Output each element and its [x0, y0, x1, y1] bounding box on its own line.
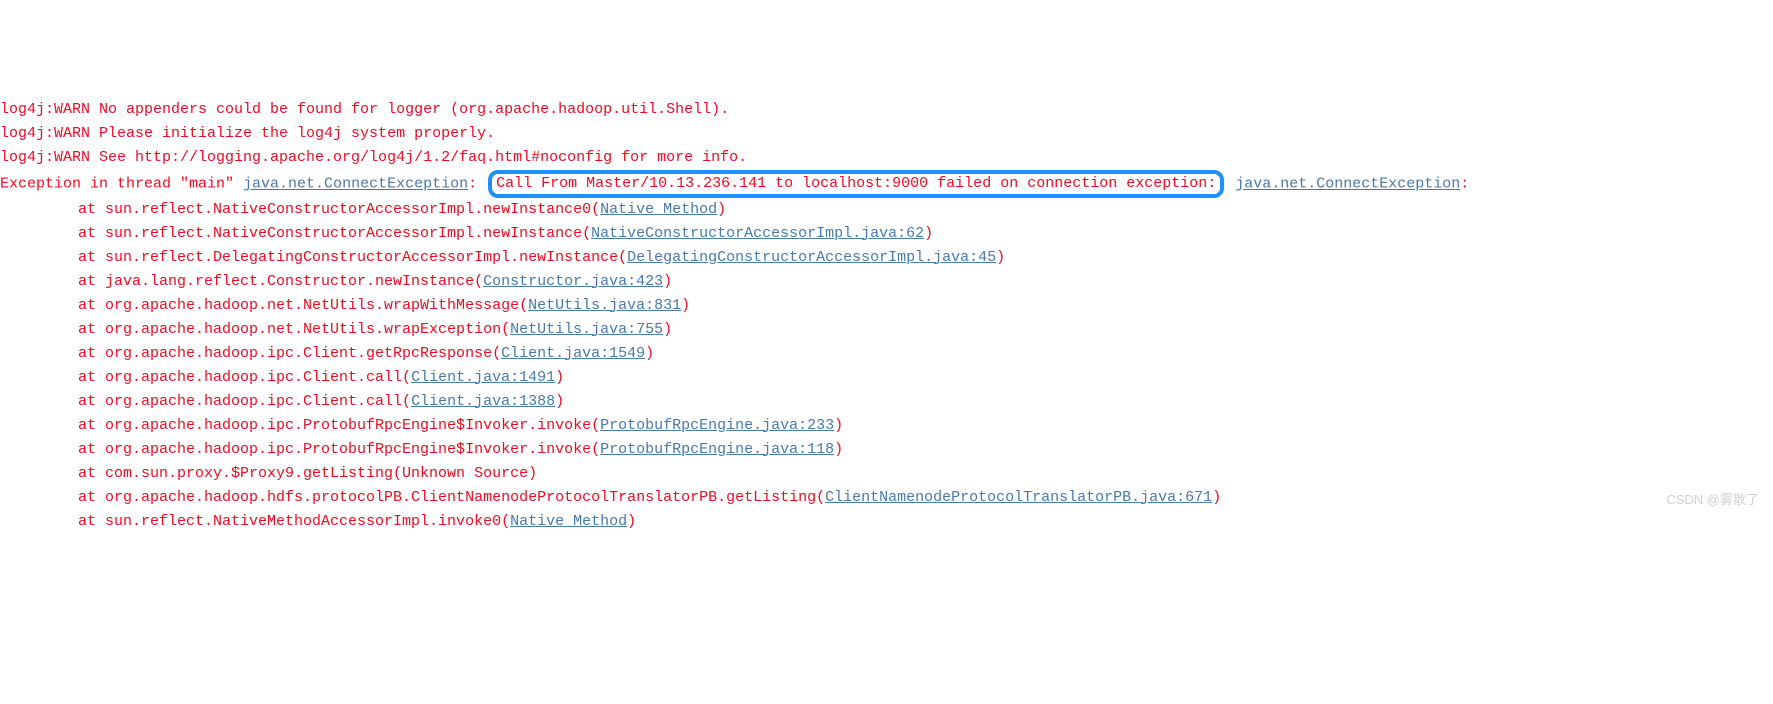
warn-text: log4j:WARN No appenders could be found f…	[0, 101, 729, 118]
exception-class-link[interactable]: java.net.ConnectException	[243, 176, 468, 193]
stack-at-text: at org.apache.hadoop.net.NetUtils.wrapEx…	[78, 321, 510, 338]
source-link[interactable]: NativeConstructorAccessorImpl.java:62	[591, 225, 924, 242]
stack-frame: at java.lang.reflect.Constructor.newInst…	[0, 270, 1773, 294]
stack-frame: at org.apache.hadoop.net.NetUtils.wrapEx…	[0, 318, 1773, 342]
stack-at-text: at sun.reflect.NativeConstructorAccessor…	[78, 225, 591, 242]
close-paren: )	[924, 225, 933, 242]
close-paren: )	[555, 369, 564, 386]
source-link[interactable]: NetUtils.java:755	[510, 321, 663, 338]
close-paren: )	[996, 249, 1005, 266]
stack-frame: at org.apache.hadoop.ipc.ProtobufRpcEngi…	[0, 414, 1773, 438]
colon: :	[468, 176, 486, 193]
source-link[interactable]: Client.java:1491	[411, 369, 555, 386]
close-paren: )	[834, 417, 843, 434]
stack-at-text: at org.apache.hadoop.ipc.ProtobufRpcEngi…	[78, 417, 600, 434]
source-link[interactable]: Native Method	[600, 201, 717, 218]
close-paren: )	[555, 393, 564, 410]
stack-frame: at org.apache.hadoop.ipc.ProtobufRpcEngi…	[0, 438, 1773, 462]
stack-at-text: at org.apache.hadoop.net.NetUtils.wrapWi…	[78, 297, 528, 314]
close-paren: )	[663, 321, 672, 338]
stack-at-text: at sun.reflect.NativeConstructorAccessor…	[78, 201, 600, 218]
colon: :	[1460, 176, 1469, 193]
stack-at-text: at sun.reflect.NativeMethodAccessorImpl.…	[78, 513, 510, 530]
highlighted-message: Call From Master/10.13.236.141 to localh…	[488, 170, 1224, 198]
close-paren: )	[717, 201, 726, 218]
source-link[interactable]: Native Method	[510, 513, 627, 530]
close-paren: )	[627, 513, 636, 530]
stack-at-text: at org.apache.hadoop.ipc.ProtobufRpcEngi…	[78, 441, 600, 458]
space	[1226, 176, 1235, 193]
source-link[interactable]: ProtobufRpcEngine.java:118	[600, 441, 834, 458]
log-output: log4j:WARN No appenders could be found f…	[0, 98, 1773, 534]
source-link[interactable]: ProtobufRpcEngine.java:233	[600, 417, 834, 434]
stack-at-text: at sun.reflect.DelegatingConstructorAcce…	[78, 249, 627, 266]
source-link[interactable]: NetUtils.java:831	[528, 297, 681, 314]
stack-frame: at org.apache.hadoop.ipc.Client.call(Cli…	[0, 366, 1773, 390]
stack-frame: at org.apache.hadoop.net.NetUtils.wrapWi…	[0, 294, 1773, 318]
close-paren: )	[645, 345, 654, 362]
close-paren: )	[834, 441, 843, 458]
stack-frame: at org.apache.hadoop.ipc.Client.getRpcRe…	[0, 342, 1773, 366]
stack-at-text: at org.apache.hadoop.ipc.Client.call(	[78, 369, 411, 386]
stack-frame: at sun.reflect.NativeMethodAccessorImpl.…	[0, 510, 1773, 534]
exception-prefix: Exception in thread "main"	[0, 176, 243, 193]
warn-text: log4j:WARN Please initialize the log4j s…	[0, 125, 495, 142]
stack-frame: at sun.reflect.DelegatingConstructorAcce…	[0, 246, 1773, 270]
stack-at-text: at com.sun.proxy.$Proxy9.getListing(Unkn…	[78, 465, 537, 482]
log-line-warn: log4j:WARN Please initialize the log4j s…	[0, 122, 1773, 146]
source-link[interactable]: DelegatingConstructorAccessorImpl.java:4…	[627, 249, 996, 266]
warn-text: log4j:WARN See http://logging.apache.org…	[0, 149, 747, 166]
close-paren: )	[1212, 489, 1221, 506]
stack-at-text: at org.apache.hadoop.ipc.Client.call(	[78, 393, 411, 410]
close-paren: )	[663, 273, 672, 290]
stack-frame: at org.apache.hadoop.ipc.Client.call(Cli…	[0, 390, 1773, 414]
log-line-warn: log4j:WARN No appenders could be found f…	[0, 98, 1773, 122]
log-line-exception: Exception in thread "main" java.net.Conn…	[0, 170, 1773, 198]
stack-at-text: at org.apache.hadoop.hdfs.protocolPB.Cli…	[78, 489, 825, 506]
highlighted-text: Call From Master/10.13.236.141 to localh…	[496, 175, 1216, 192]
exception-class-link[interactable]: java.net.ConnectException	[1235, 176, 1460, 193]
source-link[interactable]: ClientNamenodeProtocolTranslatorPB.java:…	[825, 489, 1212, 506]
source-link[interactable]: Client.java:1388	[411, 393, 555, 410]
stack-at-text: at java.lang.reflect.Constructor.newInst…	[78, 273, 483, 290]
source-link[interactable]: Client.java:1549	[501, 345, 645, 362]
stack-frame: at com.sun.proxy.$Proxy9.getListing(Unkn…	[0, 462, 1773, 486]
stack-frame: at sun.reflect.NativeConstructorAccessor…	[0, 222, 1773, 246]
close-paren: )	[681, 297, 690, 314]
log-line-warn: log4j:WARN See http://logging.apache.org…	[0, 146, 1773, 170]
stack-frame: at sun.reflect.NativeConstructorAccessor…	[0, 198, 1773, 222]
source-link[interactable]: Constructor.java:423	[483, 273, 663, 290]
stack-frame: at org.apache.hadoop.hdfs.protocolPB.Cli…	[0, 486, 1773, 510]
stack-at-text: at org.apache.hadoop.ipc.Client.getRpcRe…	[78, 345, 501, 362]
